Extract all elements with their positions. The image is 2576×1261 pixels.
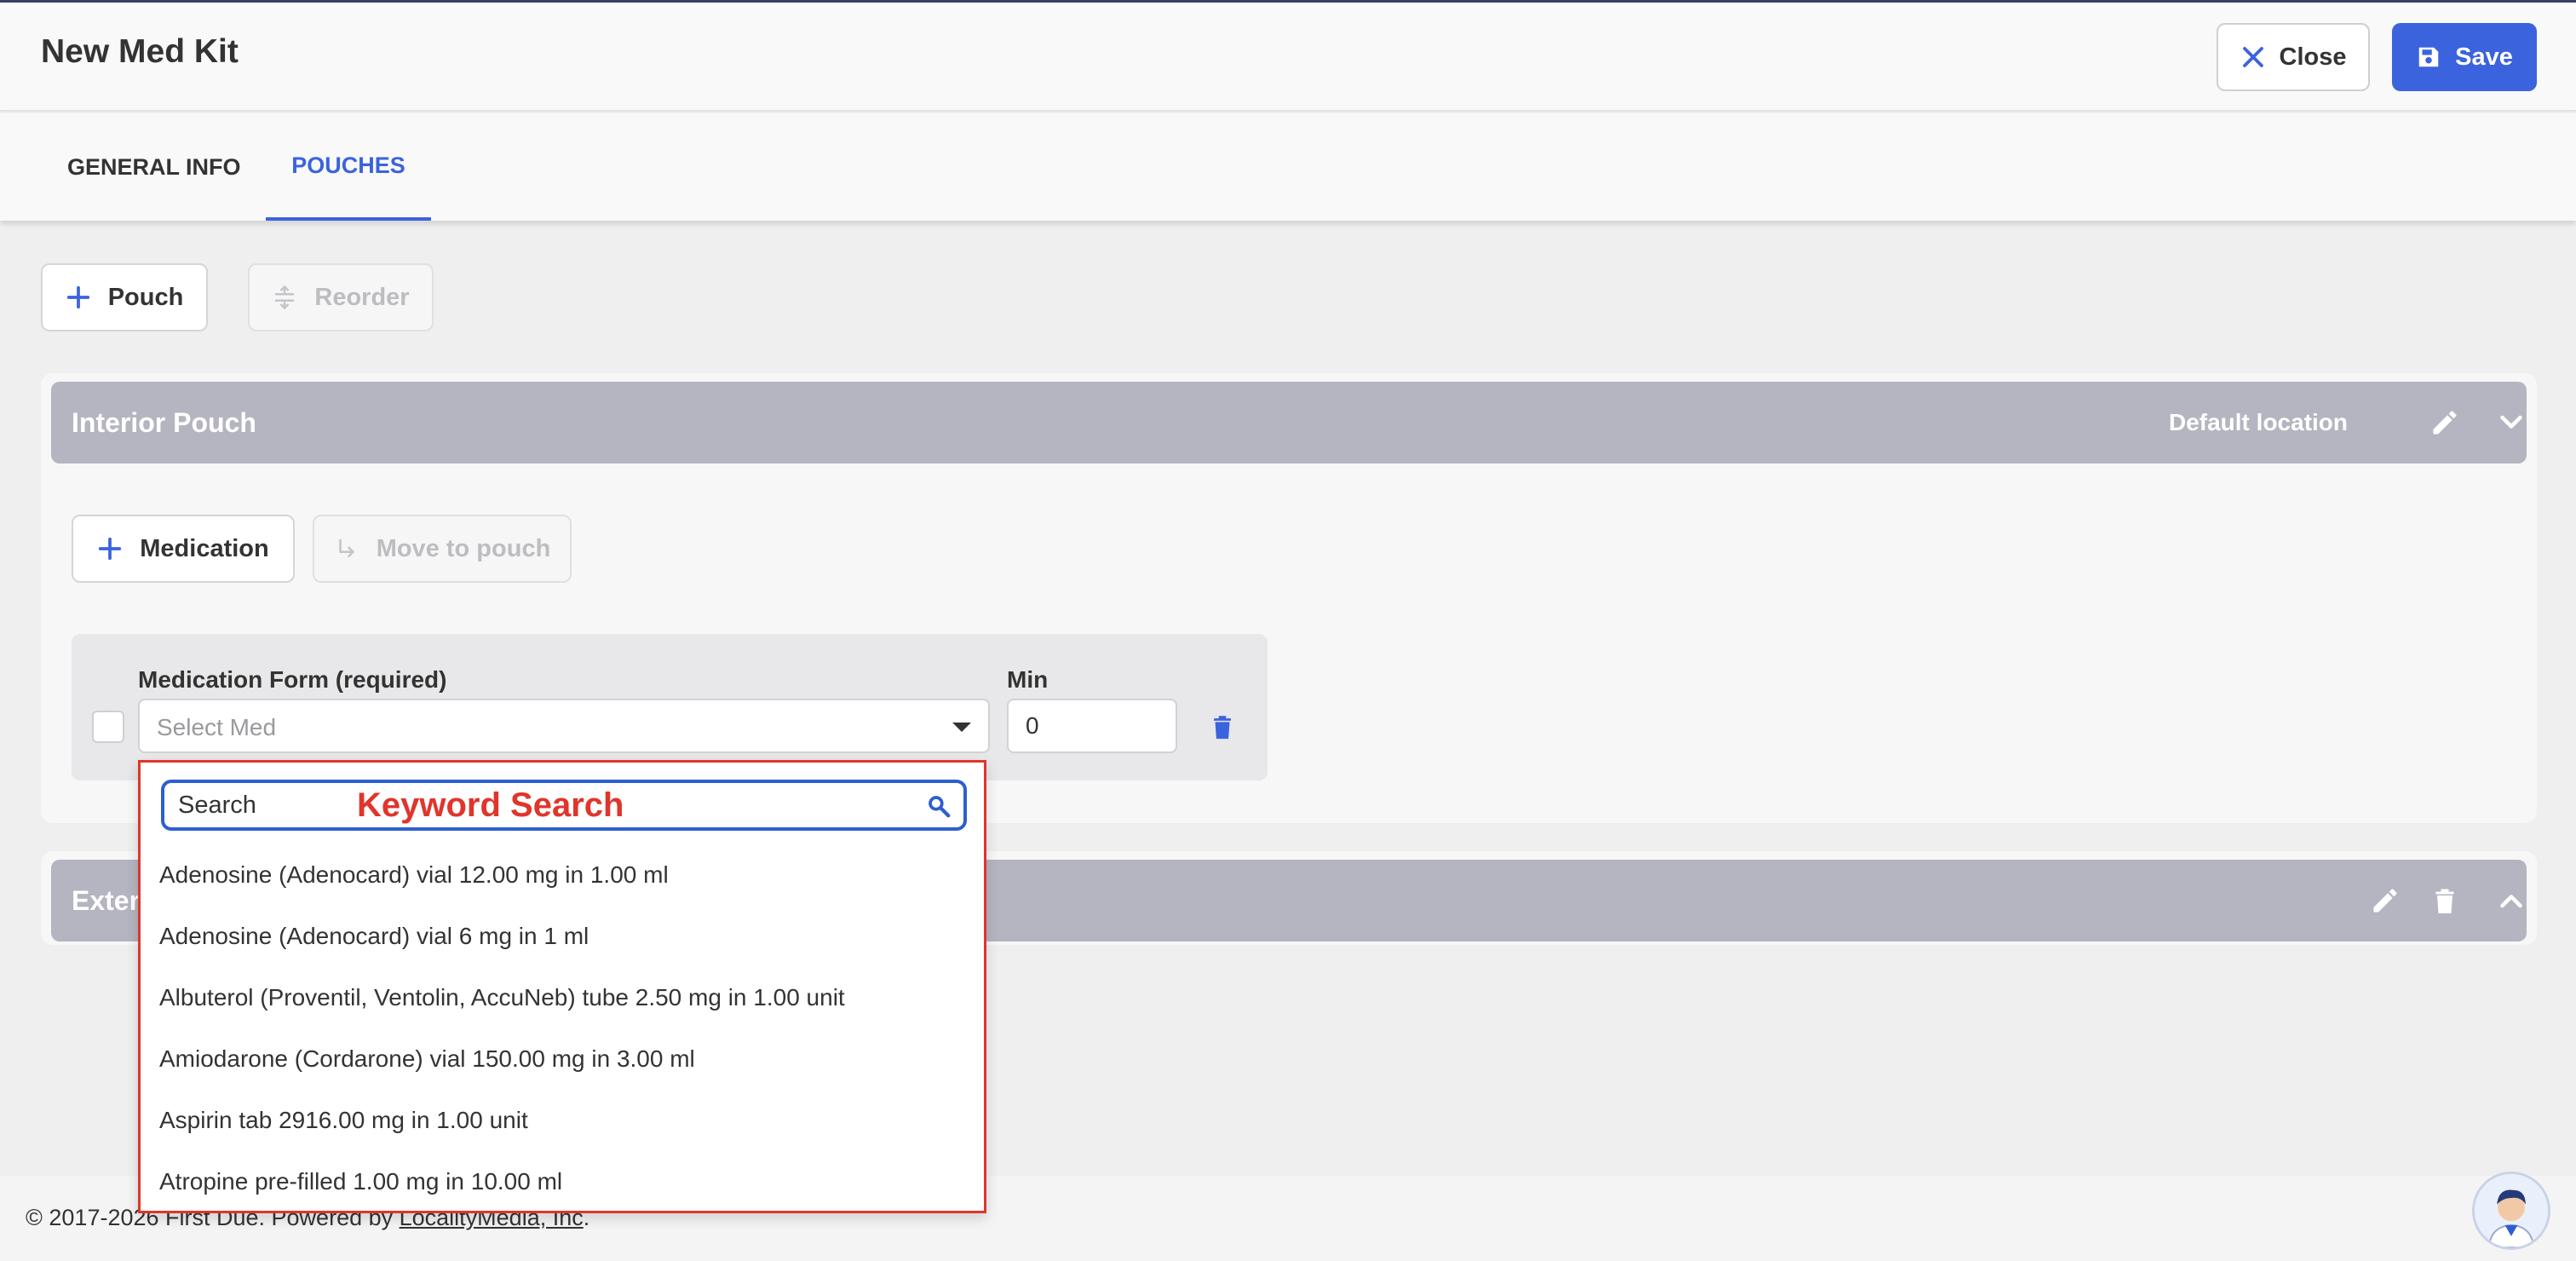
select-placeholder: Select Med [157, 714, 277, 740]
close-button-label: Close [2279, 43, 2347, 71]
add-medication-label: Medication [140, 534, 269, 562]
pouch-location: Default location [2168, 409, 2348, 435]
floppy-disk-icon [2418, 47, 2439, 67]
page-title: New Med Kit [41, 33, 239, 70]
keyword-search-annotation: Keyword Search [357, 786, 624, 824]
reorder-icon [275, 285, 295, 310]
add-medication-button[interactable]: Medication [72, 515, 295, 583]
tab-pouches[interactable]: POUCHES [266, 113, 431, 221]
min-label: Min [1007, 666, 1049, 693]
option-item[interactable]: Adenosine (Adenocard) vial 6 mg in 1 ml [159, 923, 589, 950]
save-button[interactable]: Save [2392, 23, 2537, 91]
search-icon [929, 796, 951, 818]
option-item[interactable]: Atropine pre-filled 1.00 mg in 10.00 ml [159, 1168, 562, 1195]
avatar-person-icon [2475, 1174, 2548, 1247]
chevron-up-icon[interactable] [2496, 885, 2527, 916]
search-placeholder: Search [178, 792, 256, 819]
medication-select[interactable]: Select Med [138, 699, 990, 753]
caret-down-icon [952, 723, 971, 732]
option-item[interactable]: Aspirin tab 2916.00 mg in 1.00 unit [159, 1107, 528, 1134]
medication-dropdown: Search Keyword Search Adenosine (Adenoca… [138, 760, 986, 1213]
reorder-button[interactable]: Reorder [248, 263, 434, 331]
option-item[interactable]: Adenosine (Adenocard) vial 12.00 mg in 1… [159, 861, 669, 889]
min-input[interactable]: 0 [1007, 699, 1177, 753]
pouch-title: Exter [72, 885, 141, 916]
tab-general-info[interactable]: GENERAL INFO [67, 113, 241, 221]
move-to-pouch-label: Move to pouch [376, 534, 551, 562]
chevron-down-icon[interactable] [2496, 407, 2527, 438]
reorder-label: Reorder [314, 283, 410, 311]
medication-form-label: Medication Form (required) [138, 666, 447, 693]
tab-bar: GENERAL INFO POUCHES [0, 113, 2576, 221]
save-button-label: Save [2455, 43, 2513, 71]
page-header: New Med Kit Close Save [0, 3, 2576, 112]
trash-icon[interactable] [1208, 711, 1237, 743]
option-item[interactable]: Albuterol (Proventil, Ventolin, AccuNeb)… [159, 984, 845, 1011]
close-icon [2242, 47, 2263, 67]
interior-pouch-header[interactable]: Interior Pouch Default location [51, 382, 2527, 464]
arrow-subdirectory-icon [338, 538, 354, 557]
plus-icon [66, 285, 89, 309]
close-button[interactable]: Close [2217, 23, 2370, 91]
interior-pouch-card: Interior Pouch Default location Medicati… [41, 373, 2537, 823]
pouch-title: Interior Pouch [72, 407, 256, 438]
trash-icon[interactable] [2429, 885, 2460, 916]
add-pouch-button[interactable]: Pouch [41, 263, 208, 331]
medication-row: Medication Form (required) Min Select Me… [72, 634, 1268, 780]
assistant-avatar[interactable] [2472, 1172, 2550, 1250]
option-item[interactable]: Amiodarone (Cordarone) vial 150.00 mg in… [159, 1045, 695, 1073]
search-input[interactable]: Search Keyword Search [161, 780, 967, 831]
pencil-icon[interactable] [2370, 885, 2401, 916]
pencil-icon[interactable] [2429, 407, 2460, 438]
add-pouch-label: Pouch [107, 283, 184, 311]
plus-icon [99, 537, 122, 561]
row-checkbox[interactable] [92, 711, 124, 743]
move-to-pouch-button[interactable]: Move to pouch [313, 515, 572, 583]
option-list: Adenosine (Adenocard) vial 12.00 mg in 1… [141, 849, 984, 1211]
